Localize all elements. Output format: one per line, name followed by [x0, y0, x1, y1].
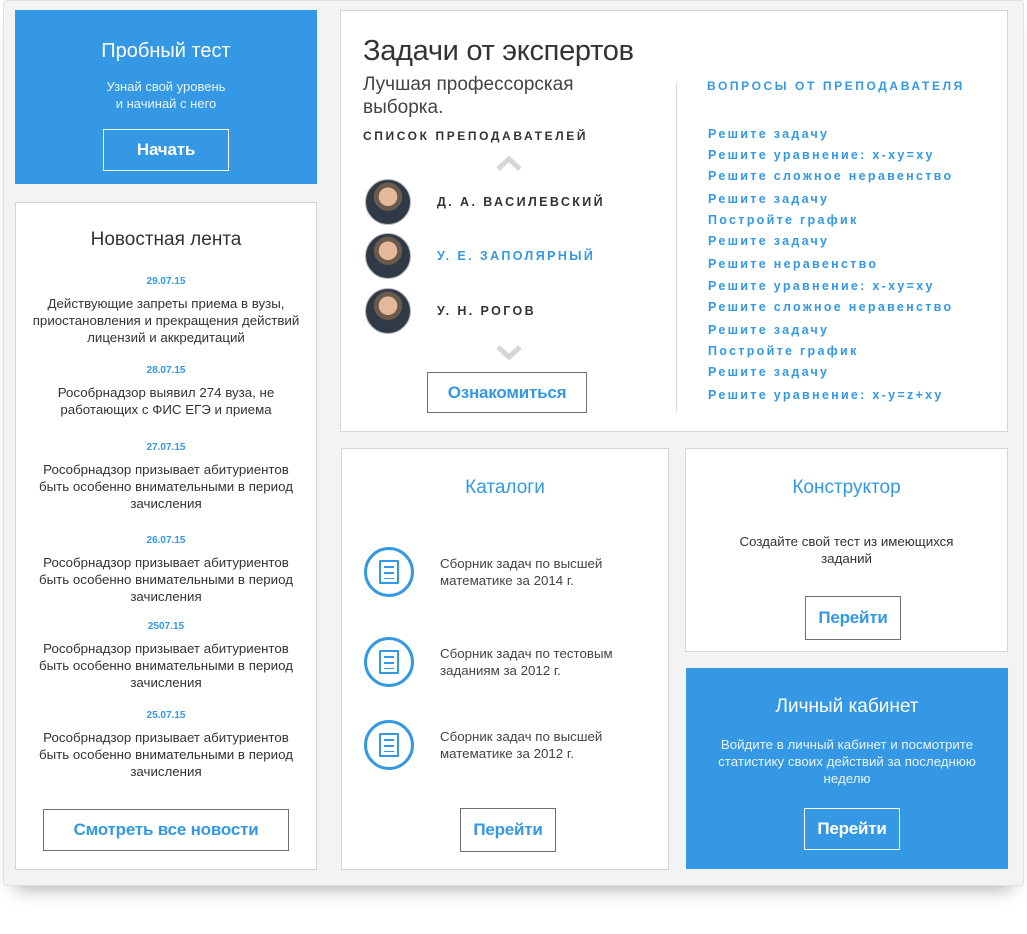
- catalogs-go-button[interactable]: Перейти: [460, 808, 556, 852]
- question-link[interactable]: Решите уравнение: x-y=z+xy: [708, 388, 944, 402]
- constructor-panel: Конструктор Создайте свой тест из имеющи…: [685, 448, 1008, 652]
- trial-subtitle: Узнай свой уровень и начинай с него: [106, 79, 226, 111]
- teacher-item[interactable]: У. Н. Рогов: [365, 287, 536, 335]
- questions-title: Вопросы от преподавателя: [707, 79, 965, 93]
- news-text: Рособрнадзор призывает абитуриентов быть…: [39, 462, 293, 511]
- teacher-name: Д. А. Василевский: [437, 195, 606, 209]
- constructor-go-button[interactable]: Перейти: [805, 596, 901, 640]
- news-item[interactable]: 28.07.15 Рособрнадзор выявил 274 вуза, не…: [30, 365, 302, 418]
- divider: [676, 83, 677, 411]
- constructor-title: Конструктор: [792, 477, 901, 498]
- teacher-item[interactable]: Д. А. Василевский: [365, 178, 605, 226]
- news-item[interactable]: 29.07.15 Действующие запреты приема в вуз…: [30, 276, 302, 346]
- all-news-button[interactable]: Смотреть все новости: [43, 809, 289, 851]
- question-link[interactable]: Постройте график: [708, 344, 859, 358]
- chevron-up-icon[interactable]: [496, 155, 522, 171]
- teacher-name: У. Е. Заполярный: [437, 249, 596, 263]
- question-link[interactable]: Решите уравнение: x-xy=xy: [708, 148, 935, 162]
- news-text: Рособрнадзор призывает абитуриентов быть…: [39, 641, 293, 690]
- question-link[interactable]: Решите сложное неравенство: [708, 300, 953, 314]
- catalog-item[interactable]: Сборник задач по высшей математике за 20…: [364, 720, 658, 770]
- news-item[interactable]: 27.07.15 Рособрнадзор призывает абитуриен…: [30, 442, 302, 512]
- avatar: [365, 179, 411, 225]
- trial-test-panel: Пробный тест Узнай свой уровень и начина…: [15, 10, 317, 184]
- start-button[interactable]: Начать: [103, 129, 229, 171]
- teacher-item[interactable]: У. Е. Заполярный: [365, 232, 595, 280]
- learn-more-button[interactable]: Ознакомиться: [427, 372, 587, 413]
- document-icon: [364, 637, 414, 687]
- news-date: 26.07.15: [146, 535, 186, 546]
- document-icon: [364, 720, 414, 770]
- question-link[interactable]: Решите уравнение: x-xy=xy: [708, 279, 935, 293]
- cabinet-subtitle: Войдите в личный кабинет и посмотрите ст…: [718, 737, 976, 786]
- question-link[interactable]: Решите задачу: [708, 192, 829, 206]
- catalog-item[interactable]: Сборник задач по высшей математике за 20…: [364, 547, 658, 597]
- catalogs-title: Каталоги: [465, 477, 545, 498]
- catalog-text: Сборник задач по тестовым заданиям за 20…: [440, 646, 613, 678]
- experts-subtitle: Лучшая профессорская выборка.: [363, 74, 574, 118]
- catalogs-panel: Каталоги Сборник задач по высшей математ…: [341, 448, 669, 870]
- experts-title: Задачи от экспертов: [363, 35, 634, 67]
- cabinet-go-button[interactable]: Перейти: [804, 808, 900, 850]
- news-item[interactable]: 25.07.15 Рособрнадзор призывает абитуриен…: [30, 710, 302, 780]
- news-date: 2507.15: [147, 621, 185, 632]
- question-link[interactable]: Постройте график: [708, 213, 859, 227]
- news-text: Рособрнадзор призывает абитуриентов быть…: [39, 730, 293, 779]
- news-date: 25.07.15: [146, 710, 186, 721]
- question-link[interactable]: Решите задачу: [708, 365, 829, 379]
- chevron-down-icon[interactable]: [496, 344, 522, 360]
- news-text: Рособрнадзор выявил 274 вуза, не работаю…: [57, 385, 275, 417]
- news-panel: Новостная лента 29.07.15 Действующие запр…: [15, 202, 317, 870]
- question-link[interactable]: Решите неравенство: [708, 257, 878, 271]
- trial-title: Пробный тест: [101, 40, 231, 62]
- personal-cabinet-panel: Личный кабинет Войдите в личный кабинет …: [686, 668, 1008, 869]
- news-title: Новостная лента: [90, 229, 242, 250]
- constructor-subtitle: Создайте свой тест из имеющихся заданий: [739, 534, 954, 566]
- question-link[interactable]: Решите задачу: [708, 127, 829, 141]
- avatar: [365, 288, 411, 334]
- news-date: 29.07.15: [146, 276, 186, 287]
- avatar: [365, 233, 411, 279]
- news-date: 27.07.15: [146, 442, 186, 453]
- teacher-name: У. Н. Рогов: [437, 304, 537, 318]
- question-link[interactable]: Решите задачу: [708, 234, 829, 248]
- catalog-item[interactable]: Сборник задач по тестовым заданиям за 20…: [364, 637, 658, 687]
- catalog-text: Сборник задач по высшей математике за 20…: [440, 556, 603, 588]
- news-text: Рособрнадзор призывает абитуриентов быть…: [39, 555, 293, 604]
- document-icon: [364, 547, 414, 597]
- news-text: Действующие запреты приема в вузы, приос…: [32, 296, 300, 345]
- question-link[interactable]: Решите задачу: [708, 323, 829, 337]
- teachers-list-title: Список преподавателей: [363, 129, 589, 143]
- cabinet-title: Личный кабинет: [775, 696, 919, 717]
- news-item[interactable]: 26.07.15 Рособрнадзор призывает абитуриен…: [30, 535, 302, 605]
- news-item[interactable]: 2507.15 Рособрнадзор призывает абитуриент…: [30, 621, 302, 691]
- catalog-text: Сборник задач по высшей математике за 20…: [440, 729, 603, 761]
- question-link[interactable]: Решите сложное неравенство: [708, 169, 953, 183]
- experts-panel: Задачи от экспертов Лучшая профессорская…: [340, 10, 1008, 432]
- news-date: 28.07.15: [146, 365, 186, 376]
